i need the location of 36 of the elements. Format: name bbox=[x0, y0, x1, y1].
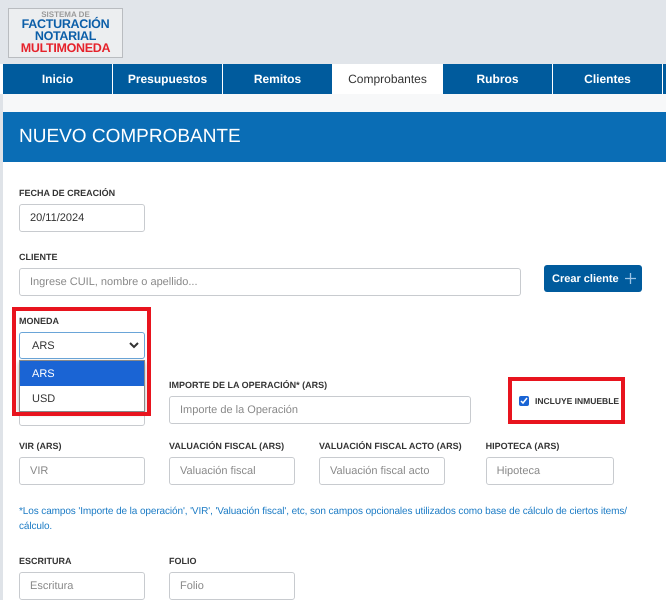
field-label: FOLIO bbox=[169, 556, 198, 566]
help-note: cálculo. bbox=[19, 520, 54, 534]
input-field[interactable]: Hipoteca bbox=[486, 457, 614, 485]
field-label: IMPORTE DE LA OPERACIÓN* (ARS) bbox=[169, 380, 328, 390]
field-label: CLIENTE bbox=[19, 252, 59, 262]
field-label: VALUACIÓN FISCAL (ARS) bbox=[169, 441, 286, 451]
nav-tab[interactable]: Clientes bbox=[553, 64, 662, 94]
input-field[interactable]: VIR bbox=[19, 457, 145, 485]
create-client-button[interactable]: Crear cliente bbox=[544, 265, 642, 292]
input-field[interactable]: Folio bbox=[169, 572, 295, 600]
chevron-down-icon bbox=[129, 342, 139, 349]
field-label: VIR (ARS) bbox=[19, 441, 62, 451]
card-title: NUEVO COMPROBANTE bbox=[19, 126, 241, 148]
client-search-field[interactable]: Ingrese CUIL, nombre o apellido... bbox=[19, 268, 521, 296]
input-field[interactable]: Escritura bbox=[19, 572, 145, 600]
input-field[interactable]: Valuación fiscal acto bbox=[319, 457, 445, 485]
plus-icon bbox=[624, 273, 636, 284]
field-label: FECHA DE CREACIÓN bbox=[19, 188, 116, 198]
input-field[interactable]: Valuación fiscal bbox=[169, 457, 295, 485]
nav-tab[interactable]: Remitos bbox=[223, 64, 332, 94]
dropdown-option[interactable]: ARS bbox=[20, 361, 144, 386]
nav-tab[interactable]: Inicio bbox=[3, 64, 112, 94]
field-label: HIPOTECA (ARS) bbox=[486, 441, 560, 451]
date-field[interactable]: 20/11/2024 bbox=[19, 204, 145, 232]
amount-field[interactable]: Importe de la Operación bbox=[169, 396, 471, 424]
nav-tab[interactable]: Presupuestos bbox=[113, 64, 222, 94]
logo: SISTEMA DE FACTURACIÓN NOTARIAL MULTIMONEDA bbox=[8, 8, 123, 58]
checkbox[interactable] bbox=[519, 396, 529, 406]
dropdown-option[interactable]: USD bbox=[20, 386, 144, 411]
field-label: ESCRITURA bbox=[19, 556, 73, 566]
checkbox-label: INCLUYE INMUEBLE bbox=[535, 396, 620, 406]
help-note: *Los campos 'Importe de la operación', 'VIR', 'Valuación fiscal', etc, son campos opcionales utilizados como base de cálculo de ciertos items/ bbox=[19, 505, 628, 519]
nav-tab[interactable]: Rubros bbox=[443, 64, 552, 94]
field-label: MONEDA bbox=[19, 316, 60, 326]
field-label: VALUACIÓN FISCAL ACTO (ARS) bbox=[319, 441, 462, 451]
currency-select[interactable]: ARS bbox=[19, 332, 145, 359]
